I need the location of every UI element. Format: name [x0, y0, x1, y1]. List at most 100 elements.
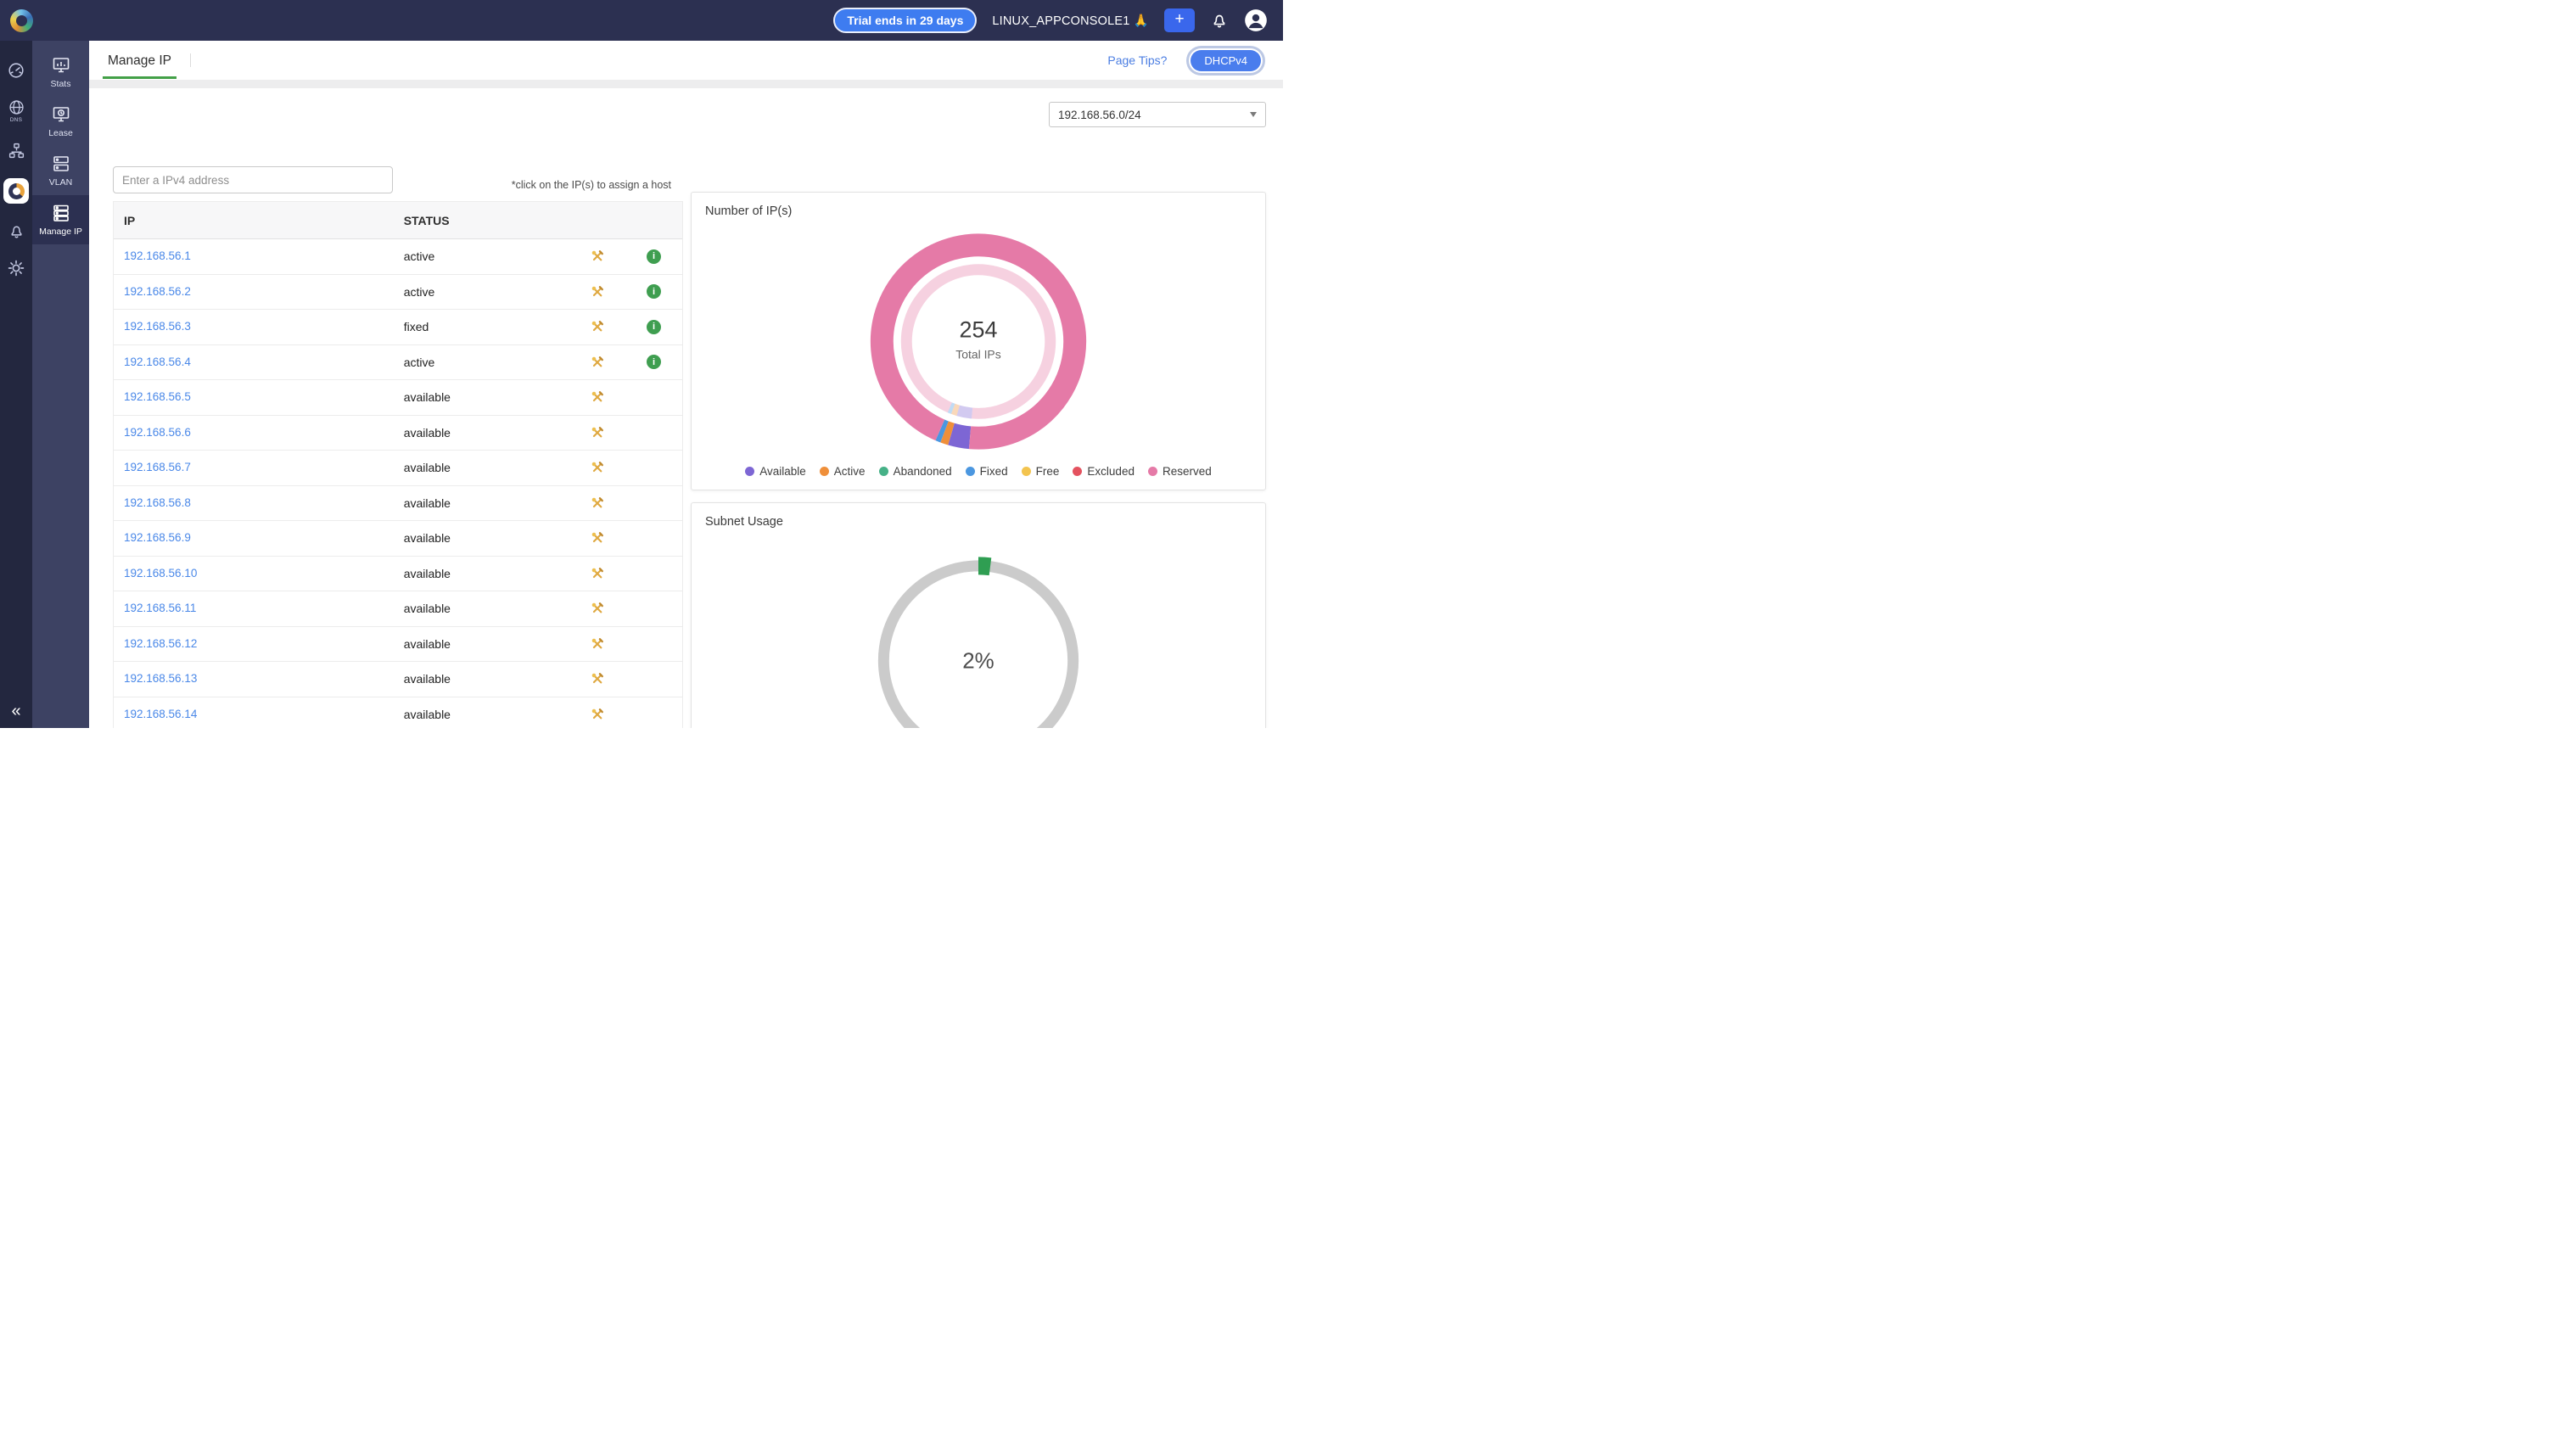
sidebar-item-lease[interactable]: Lease: [32, 97, 89, 146]
ip-link[interactable]: 192.168.56.14: [124, 708, 197, 720]
assign-tools-icon[interactable]: [569, 672, 625, 686]
ip-link[interactable]: 192.168.56.1: [124, 249, 191, 262]
assign-tools-icon[interactable]: [569, 249, 625, 263]
sidebar-item-stats[interactable]: Stats: [32, 48, 89, 97]
donut-center-value: 254: [960, 317, 998, 343]
main-area: Manage IP Page Tips? DHCPv4 192.168.56.0…: [89, 41, 1283, 728]
legend-dot: [1148, 467, 1157, 476]
donut-slice-active: [953, 409, 958, 411]
search-row: *click on the IP(s) to assign a host: [113, 166, 683, 193]
dns-globe-icon[interactable]: DNS: [8, 98, 25, 123]
gauge-center-value: 2%: [962, 650, 994, 674]
assign-tools-icon[interactable]: [569, 496, 625, 510]
legend-item-abandoned[interactable]: Abandoned: [879, 465, 952, 478]
status-cell: available: [404, 672, 569, 686]
table-row: 192.168.56.11 available i: [114, 591, 682, 627]
ip-table: IP STATUS 192.168.56.1 active i 192.1: [113, 201, 683, 728]
status-cell: active: [404, 285, 569, 299]
ip-link[interactable]: 192.168.56.5: [124, 390, 191, 403]
tab-manage-ip[interactable]: Manage IP: [103, 42, 176, 79]
ip-link[interactable]: 192.168.56.6: [124, 426, 191, 439]
info-icon[interactable]: i: [625, 284, 682, 299]
assign-tools-icon[interactable]: [569, 356, 625, 369]
status-cell: available: [404, 461, 569, 474]
status-cell: active: [404, 356, 569, 369]
sidebar-item-label: Lease: [48, 128, 73, 138]
assign-tools-icon[interactable]: [569, 285, 625, 299]
ip-link[interactable]: 192.168.56.12: [124, 637, 197, 650]
ip-link[interactable]: 192.168.56.10: [124, 567, 197, 580]
topbar: Trial ends in 29 days LINUX_APPCONSOLE1 …: [0, 0, 1283, 41]
number-of-ips-card: Number of IP(s) 254 Total IPs AvailableA…: [691, 192, 1266, 490]
dashboard-gauge-icon[interactable]: [7, 61, 25, 80]
legend-item-available[interactable]: Available: [745, 465, 806, 478]
subnet-select[interactable]: 192.168.56.0/24: [1049, 102, 1266, 127]
table-row: 192.168.56.4 active i: [114, 345, 682, 381]
table-row: 192.168.56.8 available i: [114, 486, 682, 522]
ip-link[interactable]: 192.168.56.11: [124, 602, 196, 614]
search-input[interactable]: [113, 166, 393, 193]
info-icon[interactable]: i: [625, 249, 682, 264]
gauge-value-arc: [978, 566, 990, 567]
assign-tools-icon[interactable]: [569, 320, 625, 333]
settings-gear-icon[interactable]: [7, 259, 25, 277]
sidebar-item-vlan[interactable]: VLAN: [32, 146, 89, 195]
alerts-bell-icon[interactable]: [8, 222, 25, 240]
assign-tools-icon[interactable]: [569, 567, 625, 580]
legend-label: Free: [1036, 465, 1060, 478]
legend-label: Reserved: [1163, 465, 1212, 478]
table-row: 192.168.56.12 available i: [114, 627, 682, 663]
ip-table-body: 192.168.56.1 active i 192.168.56.2 activ…: [114, 239, 682, 728]
legend-label: Fixed: [980, 465, 1008, 478]
assign-tools-icon[interactable]: [569, 461, 625, 474]
ip-link[interactable]: 192.168.56.7: [124, 461, 191, 473]
legend-item-reserved[interactable]: Reserved: [1148, 465, 1212, 478]
ip-link[interactable]: 192.168.56.9: [124, 531, 191, 544]
ip-link[interactable]: 192.168.56.4: [124, 356, 191, 368]
donut-center-label: Total IPs: [955, 347, 1000, 361]
table-row: 192.168.56.1 active i: [114, 239, 682, 275]
donut-slice-available: [958, 411, 972, 413]
notifications-bell-icon[interactable]: [1210, 11, 1229, 30]
status-cell: available: [404, 602, 569, 615]
user-avatar[interactable]: [1244, 8, 1268, 32]
app-icon-rail: DNS «: [0, 41, 32, 728]
assign-tools-icon[interactable]: [569, 602, 625, 615]
subnet-select-value: 192.168.56.0/24: [1058, 109, 1141, 121]
ip-link[interactable]: 192.168.56.13: [124, 672, 197, 685]
table-row: 192.168.56.5 available i: [114, 380, 682, 416]
add-button[interactable]: +: [1164, 8, 1195, 32]
dhcpv4-button[interactable]: DHCPv4: [1191, 50, 1261, 71]
lease-monitor-icon: [51, 104, 71, 125]
legend-item-free[interactable]: Free: [1022, 465, 1060, 478]
table-row: 192.168.56.6 available i: [114, 416, 682, 451]
sidebar-collapse-button[interactable]: «: [11, 702, 20, 721]
legend-item-excluded[interactable]: Excluded: [1073, 465, 1135, 478]
info-icon[interactable]: i: [625, 320, 682, 334]
info-icon[interactable]: i: [625, 355, 682, 369]
legend-dot: [879, 467, 888, 476]
status-cell: available: [404, 496, 569, 510]
gauge-track: [883, 566, 1073, 728]
assign-tools-icon[interactable]: [569, 426, 625, 440]
filter-row: 192.168.56.0/24: [113, 102, 1266, 127]
assign-tools-icon[interactable]: [569, 390, 625, 404]
ip-link[interactable]: 192.168.56.8: [124, 496, 191, 509]
header-right: Page Tips? DHCPv4: [1107, 50, 1264, 71]
legend-item-active[interactable]: Active: [820, 465, 866, 478]
table-header: IP STATUS: [114, 202, 682, 239]
assign-tools-icon[interactable]: [569, 708, 625, 721]
dhcp-stats-active-icon[interactable]: [3, 178, 29, 204]
table-row: 192.168.56.7 available i: [114, 451, 682, 486]
legend-item-fixed[interactable]: Fixed: [966, 465, 1008, 478]
trial-badge[interactable]: Trial ends in 29 days: [833, 8, 977, 33]
ipam-sitemap-icon[interactable]: [8, 142, 25, 160]
sidebar-item-manage-ip[interactable]: Manage IP: [32, 195, 89, 244]
ip-link[interactable]: 192.168.56.2: [124, 285, 191, 298]
ip-link[interactable]: 192.168.56.3: [124, 320, 191, 333]
page-tips-link[interactable]: Page Tips?: [1107, 53, 1167, 67]
sidebar-item-label: Manage IP: [39, 227, 82, 237]
assign-tools-icon[interactable]: [569, 531, 625, 545]
app-window: Trial ends in 29 days LINUX_APPCONSOLE1 …: [0, 0, 1283, 728]
assign-tools-icon[interactable]: [569, 637, 625, 651]
